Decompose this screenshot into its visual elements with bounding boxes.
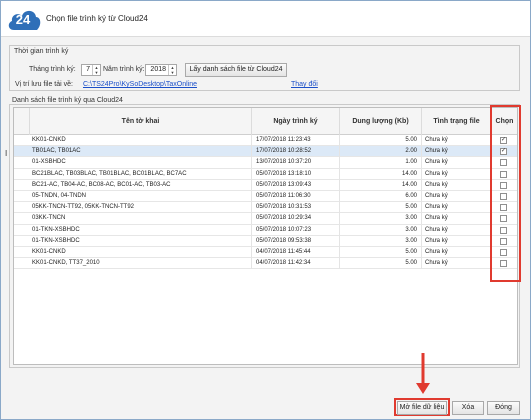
title-bar: 24 Chọn file trình ký từ Cloud24 bbox=[1, 1, 530, 37]
cell-size: 2.00 bbox=[340, 146, 422, 158]
cell-name: 01-TKN-XSBHDC bbox=[30, 235, 252, 247]
cell-status: Chưa ký bbox=[422, 179, 492, 191]
check-column-highlight bbox=[490, 105, 521, 282]
cell-size: 3.00 bbox=[340, 235, 422, 247]
table-row[interactable]: BC21BLAC, TB03BLAC, TB01BLAC, BC01BLAC, … bbox=[14, 168, 517, 180]
logo-text: 24 bbox=[15, 12, 31, 27]
year-spin-buttons[interactable]: ▲ ▼ bbox=[168, 65, 176, 75]
close-button[interactable]: Đóng bbox=[487, 401, 520, 415]
cell-status: Chưa ký bbox=[422, 258, 492, 270]
change-path-link[interactable]: Thay đổi bbox=[291, 81, 318, 88]
cell-date: 04/07/2018 11:45:44 bbox=[252, 246, 340, 258]
cell-name: 05KK-TNCN-TT92, 05KK-TNCN-TT92 bbox=[30, 202, 252, 214]
cloud24-logo: 24 bbox=[6, 6, 42, 32]
delete-button[interactable]: Xóa bbox=[452, 401, 484, 415]
cell-name: TB01AC, TB01AC bbox=[30, 146, 252, 158]
file-grid: Tên tờ khai Ngày trình ký Dung lượng (Kb… bbox=[13, 107, 518, 365]
cell-status: Chưa ký bbox=[422, 213, 492, 225]
column-header-size[interactable]: Dung lượng (Kb) bbox=[340, 108, 422, 135]
cell-name: KK01-CNKD, TT37_2010 bbox=[30, 258, 252, 270]
cell-size: 5.00 bbox=[340, 202, 422, 214]
cell-size: 5.00 bbox=[340, 258, 422, 270]
cell-name: BC21-AC, TB04-AC, BC08-AC, BC01-AC, TB03… bbox=[30, 179, 252, 191]
cell-status: Chưa ký bbox=[422, 235, 492, 247]
cell-status: Chưa ký bbox=[422, 190, 492, 202]
table-row[interactable]: 03KK-TNCN 05/07/2018 10:29:34 3.00 Chưa ký bbox=[14, 213, 517, 225]
path-label: Vị trí lưu file tải về: bbox=[15, 81, 73, 88]
cell-date: 05/07/2018 09:53:38 bbox=[252, 235, 340, 247]
cell-date: 13/07/2018 10:37:20 bbox=[252, 157, 340, 169]
spin-down-icon[interactable]: ▼ bbox=[169, 70, 176, 75]
cell-date: 05/07/2018 13:18:10 bbox=[252, 168, 340, 180]
year-label: Năm trình ký: bbox=[103, 66, 145, 73]
column-header-date[interactable]: Ngày trình ký bbox=[252, 108, 340, 135]
cell-size: 1.00 bbox=[340, 157, 422, 169]
cell-status: Chưa ký bbox=[422, 246, 492, 258]
cell-name: BC21BLAC, TB03BLAC, TB01BLAC, BC01BLAC, … bbox=[30, 168, 252, 180]
cell-date: 04/07/2018 11:42:34 bbox=[252, 258, 340, 270]
cell-name: 05-TNDN, 04-TNDN bbox=[30, 190, 252, 202]
cell-status: Chưa ký bbox=[422, 157, 492, 169]
cell-size: 3.00 bbox=[340, 213, 422, 225]
month-spinner[interactable]: 7 ▲ ▼ bbox=[81, 64, 101, 76]
spin-down-icon[interactable]: ▼ bbox=[93, 70, 100, 75]
cell-size: 14.00 bbox=[340, 168, 422, 180]
path-link[interactable]: C:\TS24Pro\KySoDesktop\TaxOnline bbox=[83, 81, 197, 88]
cell-size: 14.00 bbox=[340, 179, 422, 191]
cell-size: 6.00 bbox=[340, 190, 422, 202]
table-row[interactable]: KK01-CNKD 04/07/2018 11:45:44 5.00 Chưa ký bbox=[14, 246, 517, 259]
cell-date: 05/07/2018 13:09:43 bbox=[252, 179, 340, 191]
window-title: Chọn file trình ký từ Cloud24 bbox=[46, 14, 148, 23]
table-row[interactable]: 01-XSBHDC 13/07/2018 10:37:20 1.00 Chưa ký bbox=[14, 157, 517, 169]
year-value: 2018 bbox=[150, 66, 166, 73]
cell-date: 05/07/2018 10:31:53 bbox=[252, 202, 340, 214]
column-header-status[interactable]: Tình trạng file bbox=[422, 108, 492, 135]
cell-status: Chưa ký bbox=[422, 224, 492, 236]
time-group-title: Thời gian trình ký bbox=[14, 48, 69, 55]
table-row[interactable]: 05KK-TNCN-TT92, 05KK-TNCN-TT92 05/07/2018… bbox=[14, 202, 517, 214]
get-list-button[interactable]: Lấy danh sách file từ Cloud24 bbox=[185, 63, 287, 77]
month-label: Tháng trình ký: bbox=[29, 66, 76, 73]
table-row[interactable]: 01-TKN-XSBHDC 05/07/2018 09:53:38 3.00 Chưa… bbox=[14, 235, 517, 247]
cell-status: Chưa ký bbox=[422, 135, 492, 146]
cell-size: 3.00 bbox=[340, 224, 422, 236]
open-data-file-button[interactable]: Mở file dữ liệu bbox=[397, 401, 447, 415]
cell-name: KK01-CNKD bbox=[30, 246, 252, 258]
cell-date: 17/07/2018 11:23:43 bbox=[252, 135, 340, 146]
down-arrow-icon bbox=[416, 353, 430, 394]
table-row[interactable]: KK01-CNKD, TT37_2010 04/07/2018 11:42:34 5… bbox=[14, 258, 517, 270]
cell-size: 5.00 bbox=[340, 246, 422, 258]
table-row[interactable]: 05-TNDN, 04-TNDN 05/07/2018 11:06:30 6.00 C… bbox=[14, 190, 517, 203]
cell-status: Chưa ký bbox=[422, 168, 492, 180]
cell-name: 01-XSBHDC bbox=[30, 157, 252, 169]
year-spinner[interactable]: 2018 ▲ ▼ bbox=[145, 64, 177, 76]
cell-date: 05/07/2018 11:06:30 bbox=[252, 190, 340, 202]
cell-date: 17/07/2018 10:28:52 bbox=[252, 146, 340, 158]
column-header-name[interactable]: Tên tờ khai bbox=[30, 108, 252, 135]
grid-rows: KK01-CNKD 17/07/2018 11:23:43 5.00 Chưa ký ✓… bbox=[14, 135, 517, 270]
cell-name: KK01-CNKD bbox=[30, 135, 252, 146]
table-row[interactable]: BC21-AC, TB04-AC, BC08-AC, BC01-AC, TB03… bbox=[14, 179, 517, 191]
table-row[interactable]: TB01AC, TB01AC 17/07/2018 10:28:52 2.00 Chư… bbox=[14, 146, 517, 158]
cell-status: Chưa ký bbox=[422, 146, 492, 158]
text-cursor-icon: I bbox=[5, 149, 8, 158]
cell-status: Chưa ký bbox=[422, 202, 492, 214]
table-row[interactable]: 01-TKN-XSBHDC 05/07/2018 10:07:23 3.00 Chưa… bbox=[14, 224, 517, 236]
cell-size: 5.00 bbox=[340, 135, 422, 146]
cell-name: 03KK-TNCN bbox=[30, 213, 252, 225]
list-label: Danh sách file trình ký qua Cloud24 bbox=[12, 97, 123, 104]
month-spin-buttons[interactable]: ▲ ▼ bbox=[92, 65, 100, 75]
grid-header: Tên tờ khai Ngày trình ký Dung lượng (Kb… bbox=[14, 108, 517, 135]
cell-date: 05/07/2018 10:07:23 bbox=[252, 224, 340, 236]
month-value: 7 bbox=[86, 66, 90, 73]
dialog-window: 24 Chọn file trình ký từ Cloud24 Thời gi… bbox=[0, 0, 531, 420]
cell-name: 01-TKN-XSBHDC bbox=[30, 224, 252, 236]
row-indicator-header bbox=[14, 108, 30, 135]
table-row[interactable]: KK01-CNKD 17/07/2018 11:23:43 5.00 Chưa ký ✓ bbox=[14, 135, 517, 147]
cell-date: 05/07/2018 10:29:34 bbox=[252, 213, 340, 225]
